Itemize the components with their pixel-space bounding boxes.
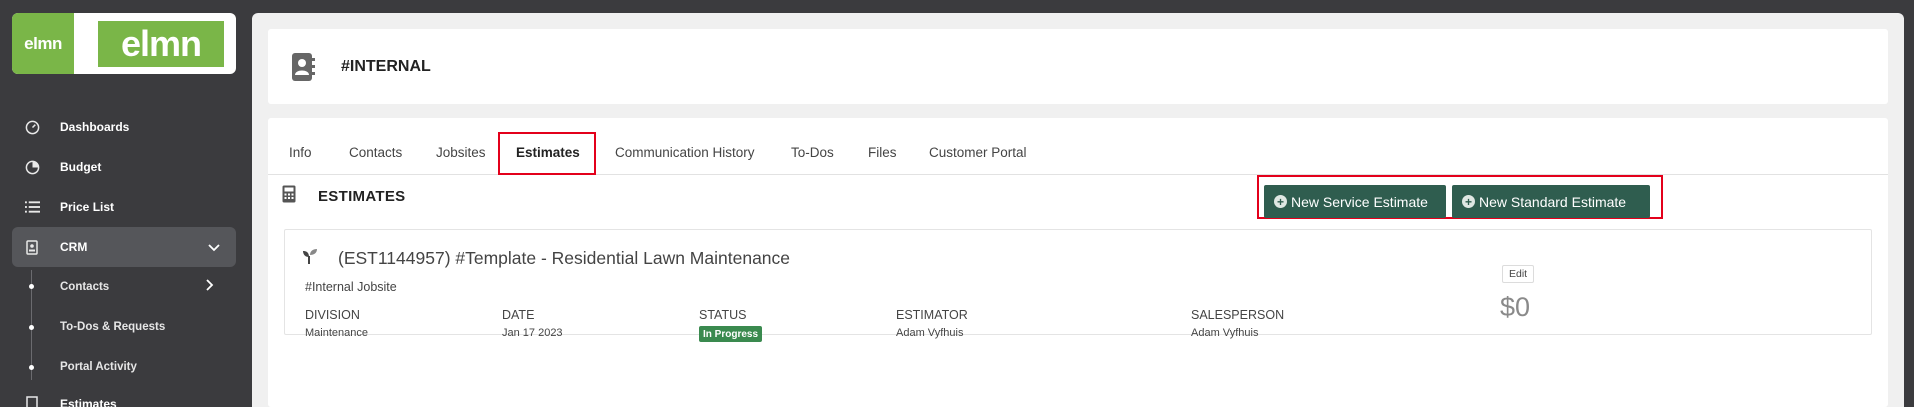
edit-button[interactable]: Edit: [1502, 265, 1535, 283]
document-icon: [24, 395, 40, 407]
sidebar-subitem-label: To-Dos & Requests: [60, 321, 166, 333]
status-badge: In Progress: [699, 326, 763, 342]
page-header: #INTERNAL: [268, 29, 1888, 104]
status-label: STATUS: [699, 308, 747, 322]
sidebar-item-label: Estimates: [60, 397, 117, 407]
main-content: #INTERNAL Info Contacts Jobsites Estimat…: [252, 13, 1904, 407]
division-value: Maintenance: [305, 327, 368, 339]
sidebar-subitem-label: Portal Activity: [60, 361, 137, 373]
sidebar-item-estimates[interactable]: Estimates: [0, 387, 252, 407]
sidebar-item-crm[interactable]: CRM: [12, 227, 236, 267]
list-icon: [24, 199, 40, 215]
sidebar: elmn elmn Dashboards Budget Price List C…: [0, 0, 252, 407]
tab-customer-portal[interactable]: Customer Portal: [929, 145, 1027, 160]
tab-files[interactable]: Files: [868, 145, 897, 160]
sidebar-subitem-portal-activity[interactable]: Portal Activity: [0, 347, 252, 387]
tab-contacts[interactable]: Contacts: [349, 145, 402, 160]
tab-todos[interactable]: To-Dos: [791, 145, 834, 160]
chevron-right-icon: [206, 278, 214, 296]
new-service-estimate-button[interactable]: + New Service Estimate: [1264, 185, 1446, 218]
estimates-tab-highlight: [498, 132, 596, 175]
gauge-icon: [24, 119, 40, 135]
sidebar-item-label: Price List: [60, 200, 115, 214]
contact-card-icon: [24, 239, 40, 255]
logo-mark: elmn: [12, 13, 74, 74]
sidebar-subitem-contacts[interactable]: Contacts: [0, 267, 252, 307]
sidebar-subitem-todos-requests[interactable]: To-Dos & Requests: [0, 307, 252, 347]
pie-chart-icon: [24, 159, 40, 175]
plus-circle-icon: +: [1462, 195, 1475, 208]
section-title: ESTIMATES: [318, 188, 406, 205]
calculator-icon: [282, 185, 296, 203]
button-label: New Service Estimate: [1291, 193, 1428, 210]
plus-circle-icon: +: [1274, 195, 1287, 208]
new-standard-estimate-button[interactable]: + New Standard Estimate: [1452, 185, 1650, 218]
page-title: #INTERNAL: [341, 58, 431, 75]
sidebar-item-dashboards[interactable]: Dashboards: [0, 107, 252, 147]
sidebar-subitem-label: Contacts: [60, 281, 110, 293]
date-value: Jan 17 2023: [502, 327, 563, 339]
sidebar-item-label: Budget: [60, 160, 102, 174]
logo-area[interactable]: elmn elmn: [12, 13, 236, 74]
tab-bar: Info Contacts Jobsites Estimates Communi…: [268, 118, 1888, 175]
logo-wordmark: elmn: [98, 21, 224, 67]
seedling-icon: [303, 248, 321, 264]
estimator-label: ESTIMATOR: [896, 308, 968, 322]
tab-info[interactable]: Info: [289, 145, 312, 160]
tab-jobsites[interactable]: Jobsites: [436, 145, 486, 160]
sidebar-item-label: CRM: [60, 240, 88, 254]
sidebar-item-budget[interactable]: Budget: [0, 147, 252, 187]
sidebar-item-price-list[interactable]: Price List: [0, 187, 252, 227]
estimate-jobsite: #Internal Jobsite: [305, 280, 397, 294]
sidebar-item-label: Dashboards: [60, 120, 130, 134]
button-label: New Standard Estimate: [1479, 193, 1627, 210]
salesperson-label: SALESPERSON: [1191, 308, 1285, 322]
estimate-title[interactable]: (EST1144957) #Template - Residential Law…: [338, 248, 790, 269]
chevron-down-icon: [208, 239, 220, 255]
customer-detail-card: Info Contacts Jobsites Estimates Communi…: [268, 118, 1888, 407]
address-book-icon: [290, 51, 316, 83]
estimate-card[interactable]: (EST1144957) #Template - Residential Law…: [284, 229, 1872, 342]
date-label: DATE: [502, 308, 535, 322]
estimator-value: Adam Vyfhuis: [896, 327, 964, 339]
estimate-amount: $0: [1500, 292, 1531, 322]
division-label: DIVISION: [305, 308, 360, 322]
salesperson-value: Adam Vyfhuis: [1191, 327, 1259, 339]
tab-communication-history[interactable]: Communication History: [615, 145, 755, 160]
